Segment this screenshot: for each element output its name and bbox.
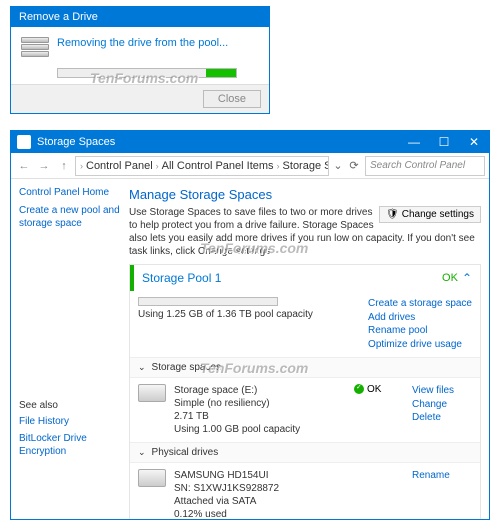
- drive-icon: [138, 384, 166, 402]
- drive-serial: SN: S1XWJ1KS928872: [174, 482, 346, 495]
- sidebar-bitlocker-link[interactable]: BitLocker Drive Encryption: [19, 432, 121, 458]
- space-size: 2.71 TB: [174, 410, 346, 423]
- drive-connection: Attached via SATA: [174, 495, 346, 508]
- storage-space-item: Storage space (E:) Simple (no resiliency…: [130, 378, 480, 442]
- dialog-message: Removing the drive from the pool...: [57, 37, 228, 49]
- page-heading: Manage Storage Spaces: [129, 187, 481, 202]
- search-placeholder: Search Control Panel: [370, 160, 465, 171]
- pool-name: Storage Pool 1: [142, 271, 442, 285]
- breadcrumb[interactable]: › Control Panel › All Control Panel Item…: [75, 156, 329, 176]
- ok-check-icon: [354, 384, 364, 394]
- view-files-link[interactable]: View files: [412, 384, 472, 398]
- chevron-right-icon: ›: [156, 161, 159, 171]
- drives-stack-icon: [21, 37, 49, 58]
- sidebar-create-pool-link[interactable]: Create a new pool and storage space: [19, 204, 121, 230]
- pool-status: OK: [442, 272, 458, 284]
- rename-drive-link[interactable]: Rename: [412, 469, 472, 483]
- refresh-button[interactable]: ⟳: [347, 159, 361, 172]
- storage-spaces-label: Storage spaces: [152, 362, 222, 373]
- capacity-bar: [138, 297, 278, 306]
- chevron-right-icon: ›: [277, 161, 280, 171]
- pool-capacity-row: Using 1.25 GB of 1.36 TB pool capacity C…: [138, 297, 472, 351]
- drive-percent-used: 0.12% used: [174, 508, 346, 519]
- create-storage-space-link[interactable]: Create a storage space: [368, 297, 472, 311]
- rename-pool-link[interactable]: Rename pool: [368, 324, 472, 338]
- drive-model: SAMSUNG HD154UI: [174, 469, 346, 482]
- minimize-button[interactable]: —: [399, 131, 429, 153]
- chevron-up-icon[interactable]: ⌃: [462, 271, 472, 285]
- progress-fill: [206, 69, 236, 77]
- physical-drives-label: Physical drives: [152, 447, 219, 458]
- drive-status: [354, 469, 404, 519]
- crumb-storage-spaces[interactable]: Storage Spaces: [283, 160, 329, 172]
- pool-body: Using 1.25 GB of 1.36 TB pool capacity C…: [130, 291, 480, 357]
- content-area: Control Panel Home Create a new pool and…: [11, 179, 489, 519]
- dialog-body: Removing the drive from the pool...: [11, 27, 269, 68]
- sidebar: Control Panel Home Create a new pool and…: [11, 179, 129, 519]
- close-button: Close: [203, 90, 261, 108]
- progress-row: [11, 68, 269, 84]
- toolbar: ← → ↑ › Control Panel › All Control Pane…: [11, 153, 489, 179]
- app-icon: [17, 135, 31, 149]
- back-button[interactable]: ←: [15, 157, 33, 175]
- space-resiliency: Simple (no resiliency): [174, 397, 346, 410]
- shield-icon: 🛡: [386, 209, 399, 220]
- crumb-all-items[interactable]: All Control Panel Items: [162, 160, 274, 172]
- physical-drive-info: SAMSUNG HD154UI SN: S1XWJ1KS928872 Attac…: [174, 469, 346, 519]
- chevron-down-icon: ⌄: [138, 447, 146, 458]
- window-title: Storage Spaces: [37, 136, 399, 148]
- physical-drive-item: SAMSUNG HD154UI SN: S1XWJ1KS928872 Attac…: [130, 463, 480, 519]
- storage-spaces-window: Storage Spaces — ☐ ✕ ← → ↑ › Control Pan…: [10, 130, 490, 520]
- sidebar-file-history-link[interactable]: File History: [19, 415, 121, 428]
- change-link[interactable]: Change: [412, 398, 472, 412]
- add-drives-link[interactable]: Add drives: [368, 311, 472, 325]
- main-panel: Manage Storage Spaces 🛡 Change settings …: [129, 179, 489, 519]
- space-usage: Using 1.00 GB pool capacity: [174, 423, 346, 436]
- dialog-button-row: Close: [11, 84, 269, 113]
- close-window-button[interactable]: ✕: [459, 131, 489, 153]
- history-dropdown[interactable]: ⌄: [331, 159, 345, 172]
- space-status: OK: [354, 384, 404, 436]
- dialog-title: Remove a Drive: [19, 11, 98, 23]
- drive-actions: Rename: [412, 469, 472, 519]
- crumb-control-panel[interactable]: Control Panel: [86, 160, 153, 172]
- progress-bar: [57, 68, 237, 78]
- delete-link[interactable]: Delete: [412, 411, 472, 425]
- search-input[interactable]: Search Control Panel: [365, 156, 485, 176]
- maximize-button[interactable]: ☐: [429, 131, 459, 153]
- physical-drives-section-header[interactable]: ⌄ Physical drives: [130, 442, 480, 463]
- pool-actions: Create a storage space Add drives Rename…: [368, 297, 472, 351]
- storage-pool-panel: Storage Pool 1 OK ⌃ Using 1.25 GB of 1.3…: [129, 264, 481, 519]
- drive-icon: [138, 469, 166, 487]
- remove-drive-dialog: Remove a Drive Removing the drive from t…: [10, 6, 270, 114]
- space-actions: View files Change Delete: [412, 384, 472, 436]
- forward-button[interactable]: →: [35, 157, 53, 175]
- optimize-drive-usage-link[interactable]: Optimize drive usage: [368, 338, 472, 352]
- dialog-titlebar[interactable]: Remove a Drive: [11, 7, 269, 27]
- chevron-down-icon: ⌄: [138, 362, 146, 373]
- capacity-text: Using 1.25 GB of 1.36 TB pool capacity: [138, 309, 313, 320]
- see-also-header: See also: [19, 400, 121, 411]
- see-also-section: See also File History BitLocker Drive En…: [19, 400, 121, 458]
- window-titlebar[interactable]: Storage Spaces — ☐ ✕: [11, 131, 489, 153]
- change-settings-label: Change settings: [402, 209, 474, 220]
- pool-header[interactable]: Storage Pool 1 OK ⌃: [130, 265, 480, 291]
- storage-space-info: Storage space (E:) Simple (no resiliency…: [174, 384, 346, 436]
- sidebar-home-link[interactable]: Control Panel Home: [19, 187, 121, 198]
- change-settings-button[interactable]: 🛡 Change settings: [379, 206, 481, 223]
- space-name: Storage space (E:): [174, 384, 346, 397]
- up-button[interactable]: ↑: [55, 157, 73, 175]
- chevron-right-icon: ›: [80, 161, 83, 171]
- space-status-text: OK: [367, 384, 381, 395]
- storage-spaces-section-header[interactable]: ⌄ Storage spaces: [130, 357, 480, 378]
- pool-capacity-block: Using 1.25 GB of 1.36 TB pool capacity: [138, 297, 313, 351]
